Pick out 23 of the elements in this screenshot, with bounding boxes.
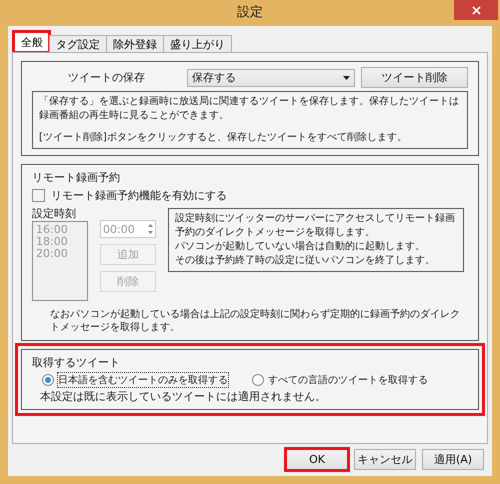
tab[interactable]: 除外登録 (106, 35, 164, 52)
group-title: 取得するツイート (32, 355, 121, 370)
field-label: ツイートの保存 (67, 70, 146, 85)
window-title: 設定 (236, 4, 264, 22)
delete-tweets-button[interactable]: ツイート削除 (360, 67, 468, 88)
description-text: 「保存する」を選ぶと録画時に放送局に関連するツイートを保存します。保存したツイートは録画番組の再生時に見ることができます。 (39, 95, 460, 123)
dialog-button[interactable]: 適用(A) (422, 449, 484, 470)
note-text: なおパソコンが起動している場合は上記の設定時刻に関わらず定期的に録画予約のダイレクトメッセージを取得します。 (50, 308, 461, 334)
dialog-button[interactable]: キャンセル (354, 449, 416, 470)
description-text: その後は予約終了時の設定に従いパソコンを終了します。 (175, 254, 436, 268)
description-text: パソコンが起動していない場合は自動的に起動します。 (175, 240, 426, 254)
radio-label[interactable]: すべての言語のツイートを取得する (268, 373, 428, 387)
checkbox-label[interactable]: リモート録画予約機能を有効にする (51, 188, 227, 203)
group-title: リモート録画予約 (32, 170, 121, 185)
note-text: 本設定は既に表示しているツイートには適用されません。 (40, 390, 327, 403)
radio-label[interactable]: 日本語を含むツイートのみを取得する (58, 373, 228, 387)
tab[interactable]: 盛り上がり (163, 35, 232, 52)
description-text: 設定時刻にツイッターのサーバーにアクセスしてリモート録画予約のダイレクトメッセージを取得します。 (175, 212, 456, 240)
tab[interactable]: タグ設定 (49, 35, 107, 52)
field-label: 設定時刻 (32, 206, 77, 221)
tab[interactable]: 全般 (14, 32, 50, 52)
dropdown[interactable]: 保存する (187, 68, 355, 86)
description-text: [ツイート削除]ボタンをクリックすると、保存したツイートをすべて削除します。 (39, 131, 408, 145)
